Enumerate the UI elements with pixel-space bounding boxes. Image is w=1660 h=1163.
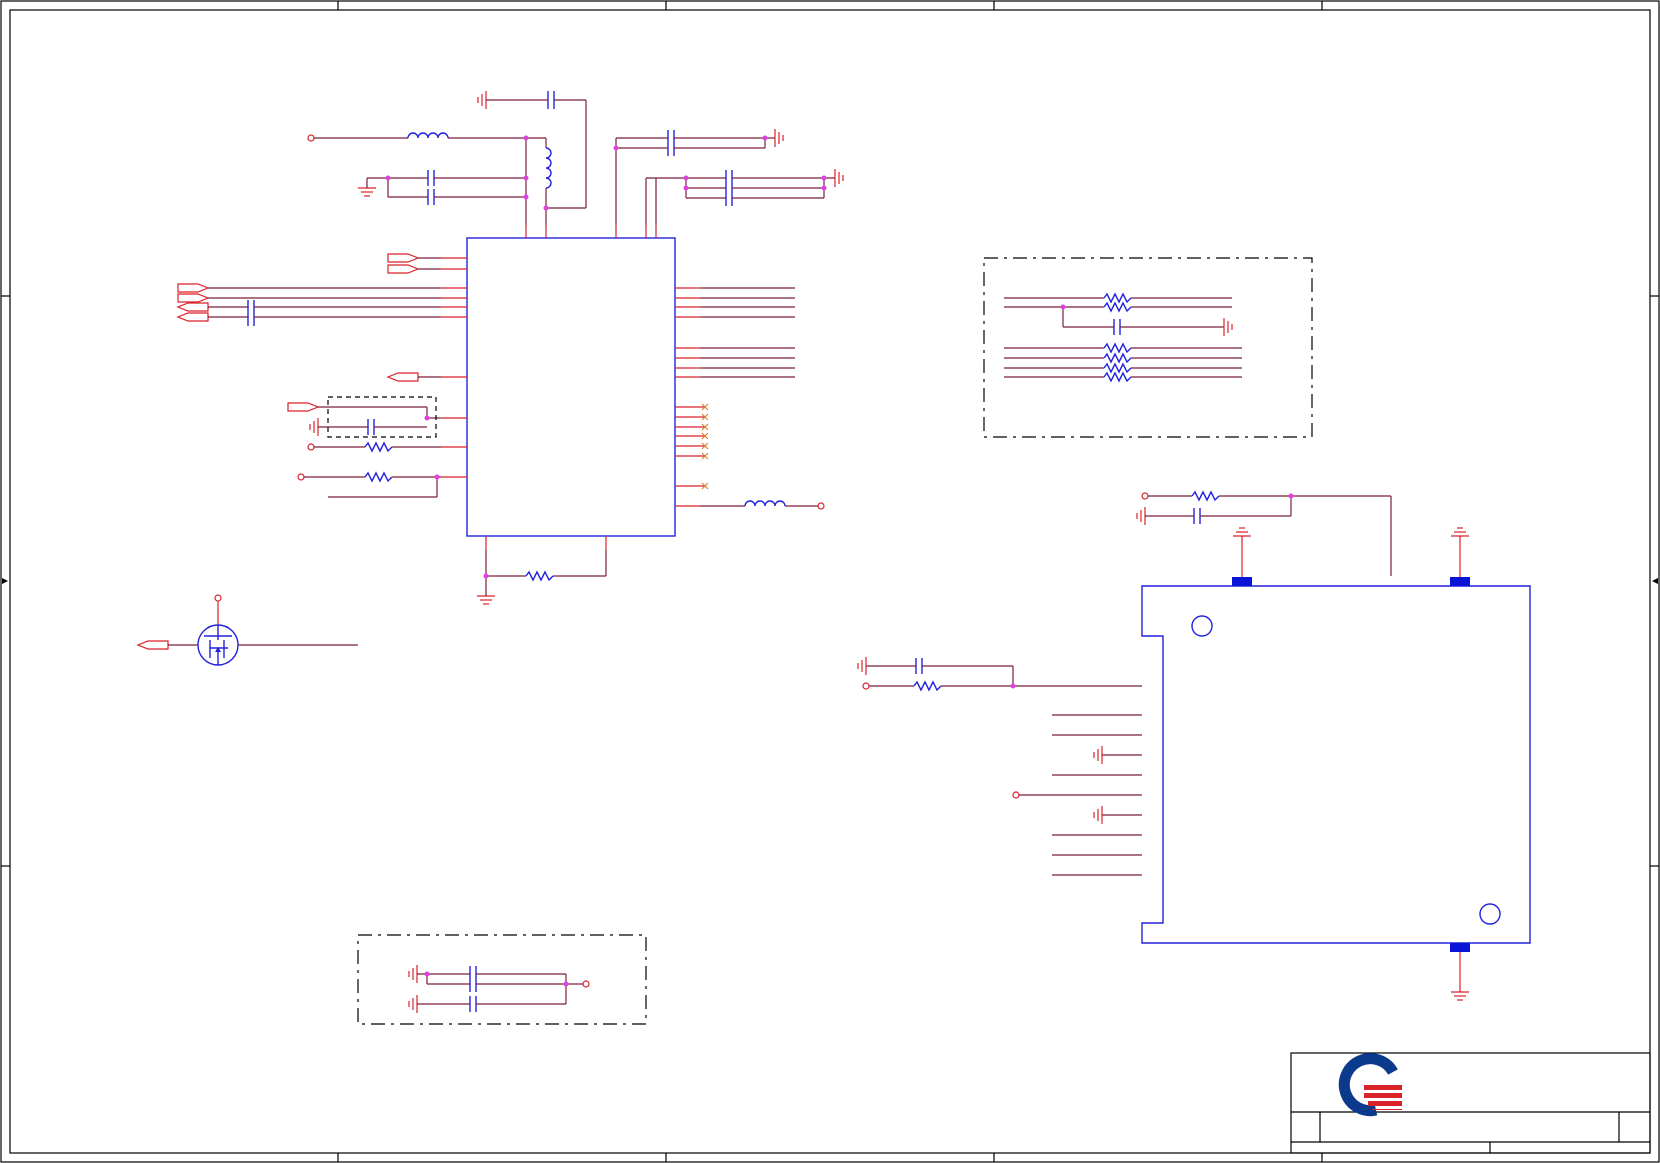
port-arrow-icon (287, 402, 320, 412)
resistor-icon (1103, 371, 1132, 383)
shield-pad (1232, 577, 1252, 586)
dashed-group-box (327, 396, 437, 438)
power-pin-icon (1012, 791, 1020, 799)
inductor-icon (545, 147, 552, 189)
port-arrow-icon (387, 253, 420, 263)
power-pin-icon (307, 134, 315, 142)
inductor-icon (407, 132, 449, 139)
top-power-network (307, 90, 844, 225)
schematic-sheet (0, 0, 1660, 1163)
port-arrow-icon (387, 264, 420, 274)
company-logo-icon (1338, 1053, 1402, 1117)
mounting-hole (1479, 903, 1501, 925)
power-pin-icon (297, 473, 305, 481)
shield-pad (1450, 577, 1470, 586)
left-signal-ports (176, 253, 441, 498)
port-arrow-icon (386, 372, 419, 382)
connector-j1 (857, 490, 1531, 1001)
resistor-group-box (983, 257, 1313, 438)
port-arrow-icon (177, 283, 210, 293)
power-pin-icon (1141, 492, 1149, 500)
resistor-icon (1191, 490, 1220, 502)
port-arrow-icon (136, 640, 169, 650)
resistor-icon (1103, 362, 1132, 374)
power-pin-icon (307, 443, 315, 451)
resistor-icon (1103, 342, 1132, 354)
power-pin-icon (862, 682, 870, 690)
power-pin-icon (582, 980, 590, 988)
resistor-icon (1103, 301, 1132, 313)
resistor-icon (1103, 352, 1132, 364)
power-pin-icon (214, 594, 222, 602)
mosfet-q1 (136, 594, 358, 666)
resistor-icon (364, 441, 393, 453)
resistor-icon (525, 570, 554, 582)
resistor-icon (1103, 292, 1132, 304)
mounting-hole (1191, 615, 1213, 637)
u1-bottom-network (476, 550, 607, 605)
right-signal-nets (700, 287, 825, 510)
decoupling-group-box (357, 934, 647, 1025)
sheet-frame (0, 0, 1660, 1163)
resistor-icon (364, 471, 393, 483)
resistor-icon (913, 680, 942, 692)
shield-pad (1450, 943, 1470, 952)
title-block (1290, 1052, 1651, 1154)
power-pin-icon (817, 502, 825, 510)
inductor-icon (744, 500, 786, 507)
port-arrow-icon (177, 293, 210, 303)
main-ic-u1 (441, 225, 709, 550)
port-arrow-icon (176, 312, 209, 322)
port-arrow-icon (176, 302, 209, 312)
